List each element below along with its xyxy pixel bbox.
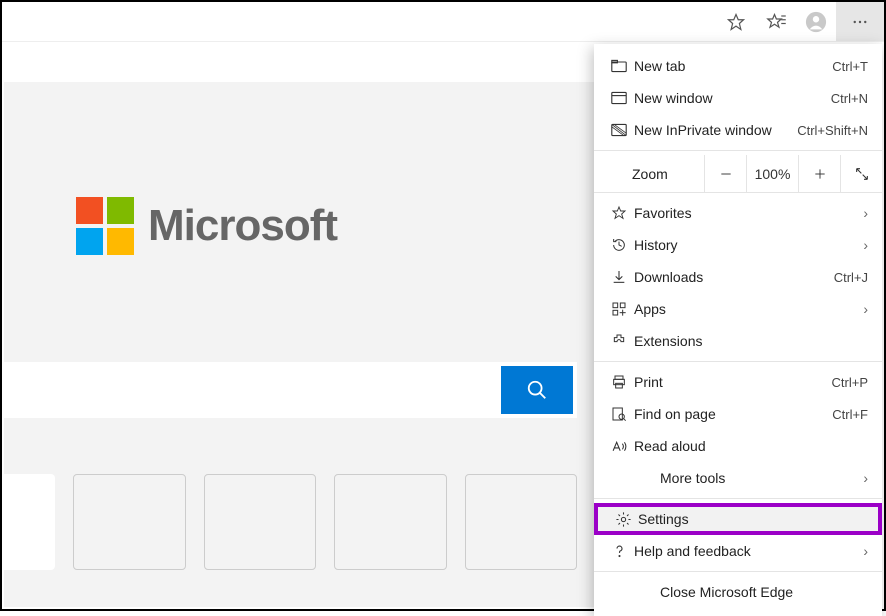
inprivate-icon (606, 123, 632, 137)
zoom-out-button[interactable] (704, 155, 746, 192)
help-icon (606, 543, 632, 559)
chevron-right-icon: › (854, 543, 868, 559)
chevron-right-icon: › (854, 237, 868, 253)
zoom-label: Zoom (594, 166, 704, 182)
menu-more-tools[interactable]: More tools › (594, 462, 882, 494)
new-window-icon (606, 91, 632, 105)
zoom-percent: 100% (746, 155, 798, 192)
microsoft-logo-icon (76, 197, 134, 255)
menu-find[interactable]: Find on page Ctrl+F (594, 398, 882, 430)
find-icon (606, 406, 632, 422)
profile-button[interactable] (796, 2, 836, 41)
search-button[interactable] (501, 366, 573, 414)
microsoft-brand: Microsoft (76, 197, 337, 255)
apps-icon (606, 301, 632, 317)
brand-text: Microsoft (148, 201, 337, 251)
menu-extensions[interactable]: Extensions (594, 325, 882, 357)
menu-downloads[interactable]: Downloads Ctrl+J (594, 261, 882, 293)
new-tab-icon (606, 59, 632, 73)
menu-zoom-row: Zoom 100% (594, 155, 882, 193)
history-icon (606, 237, 632, 253)
download-icon (606, 269, 632, 285)
add-favorite-button[interactable] (716, 2, 756, 41)
menu-new-tab[interactable]: New tab Ctrl+T (594, 50, 882, 82)
menu-new-inprivate[interactable]: New InPrivate window Ctrl+Shift+N (594, 114, 882, 146)
zoom-in-button[interactable] (798, 155, 840, 192)
top-toolbar (2, 2, 884, 42)
menu-close-edge[interactable]: Close Microsoft Edge (594, 576, 882, 608)
menu-apps[interactable]: Apps › (594, 293, 882, 325)
gear-icon (610, 511, 636, 528)
quick-link-tile[interactable] (334, 474, 446, 570)
quick-link-tile[interactable] (4, 474, 55, 570)
search-bar[interactable] (4, 362, 577, 418)
menu-history[interactable]: History › (594, 229, 882, 261)
quick-link-tile[interactable] (204, 474, 316, 570)
quick-links-row (4, 474, 577, 570)
chevron-right-icon: › (854, 205, 868, 221)
menu-new-window[interactable]: New window Ctrl+N (594, 82, 882, 114)
fullscreen-button[interactable] (840, 155, 882, 192)
extensions-icon (606, 333, 632, 349)
more-menu-button[interactable] (836, 2, 884, 41)
quick-link-tile[interactable] (465, 474, 577, 570)
menu-read-aloud[interactable]: Read aloud (594, 430, 882, 462)
menu-print[interactable]: Print Ctrl+P (594, 366, 882, 398)
menu-settings[interactable]: Settings (594, 503, 882, 535)
quick-link-tile[interactable] (73, 474, 185, 570)
menu-help[interactable]: Help and feedback › (594, 535, 882, 567)
favorites-hub-button[interactable] (756, 2, 796, 41)
print-icon (606, 374, 632, 390)
star-sparks-icon (606, 205, 632, 221)
chevron-right-icon: › (854, 301, 868, 317)
chevron-right-icon: › (854, 470, 868, 486)
settings-and-more-menu: New tab Ctrl+T New window Ctrl+N New InP… (594, 44, 882, 616)
read-aloud-icon (606, 439, 632, 454)
menu-favorites[interactable]: Favorites › (594, 197, 882, 229)
